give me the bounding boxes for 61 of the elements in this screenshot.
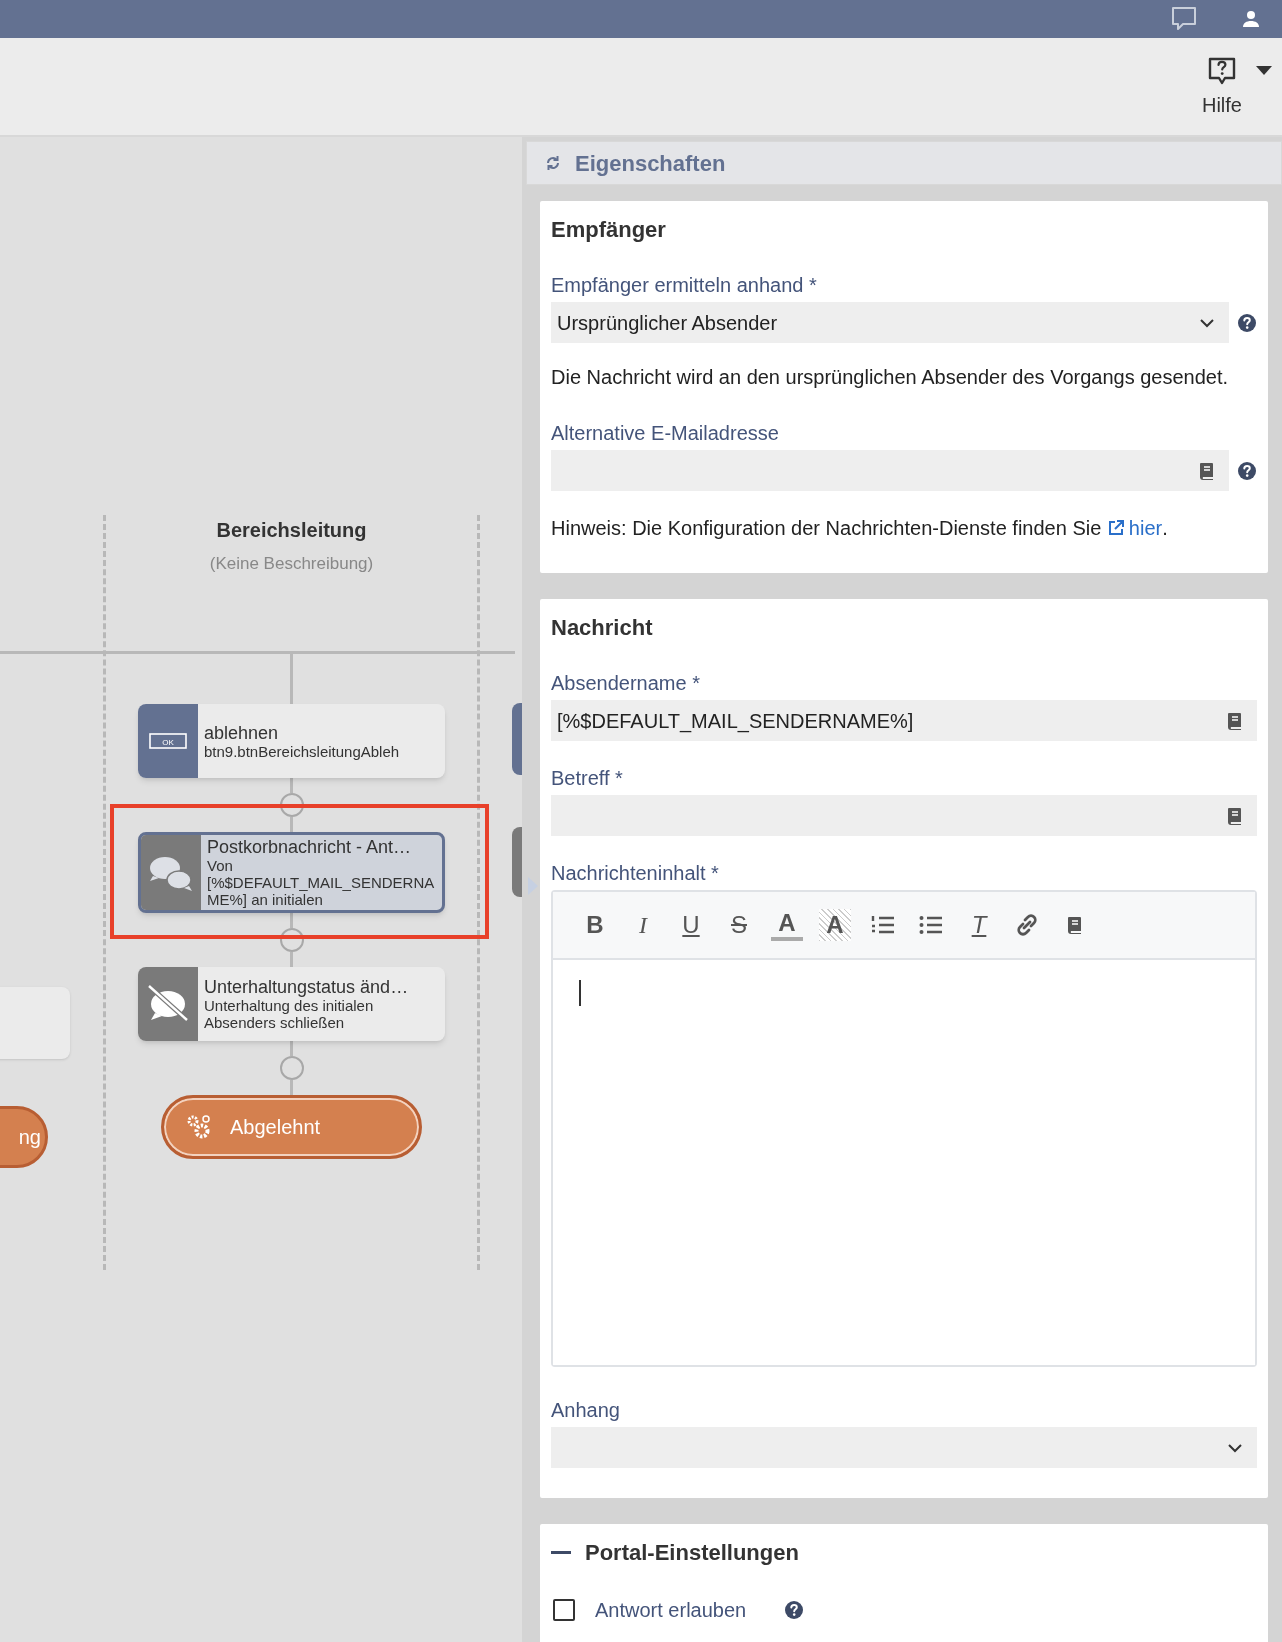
task-node[interactable]: Unterhaltungstatus änd… Unterhaltung des initialen Absenders schließen [138, 967, 445, 1041]
select-field[interactable] [551, 1427, 1257, 1468]
checkbox-label: Antwort erlauben [595, 1598, 747, 1623]
format-button[interactable]: A [771, 909, 803, 941]
section-title: Empfänger [551, 216, 666, 244]
book-icon[interactable] [1199, 460, 1215, 481]
help-icon[interactable] [1237, 312, 1257, 333]
field-label: Betreff * [551, 766, 624, 791]
collapse-icon[interactable] [551, 1550, 571, 1555]
chevron-down-icon[interactable] [1199, 316, 1215, 329]
format-button[interactable]: B [579, 909, 611, 941]
panel-title: Eigenschaften [575, 149, 726, 178]
field-label: Anhang [551, 1398, 621, 1423]
task-title: Postkorbnachricht - Ant… [207, 837, 413, 857]
checkbox[interactable] [553, 1599, 575, 1621]
lane-description: (Keine Beschreibung) [209, 553, 374, 575]
bullet-list-icon [919, 915, 943, 935]
external-link-icon [1106, 519, 1125, 537]
field-label: Nachrichteninhalt * [551, 861, 720, 886]
format-button[interactable]: U [675, 909, 707, 941]
section-title: Portal-Einstellungen [585, 1539, 799, 1567]
task-subtitle: Unterhaltung des initialen Absenders schließen [204, 997, 375, 1031]
field-label: Alternative E-Mailadresse [551, 421, 780, 446]
text-cursor [579, 980, 581, 1006]
help-icon[interactable] [784, 1600, 805, 1620]
hier-link[interactable]: hier [1106, 513, 1163, 543]
refresh-icon[interactable] [545, 154, 561, 172]
field-value: Ursprünglicher Absender [557, 310, 779, 336]
user-icon[interactable] [1242, 10, 1260, 28]
caret-down-icon[interactable] [1256, 66, 1272, 76]
task-title: Unterhaltungstatus änd… [204, 977, 410, 997]
input-field[interactable] [551, 450, 1229, 491]
book-icon[interactable] [1227, 805, 1243, 826]
hint-text: Hinweis: Die Konfiguration der Nachrichten-Dienste finden Sie hier. [551, 513, 1257, 543]
help-icon[interactable] [1237, 460, 1257, 481]
task-subtitle: Von [%$DEFAULT_MAIL_SENDERNAME%] an initialen [207, 857, 436, 908]
chevron-down-icon[interactable] [1227, 1441, 1243, 1454]
field-value: [%$DEFAULT_MAIL_SENDERNAME%] [557, 708, 915, 735]
input-field[interactable]: [%$DEFAULT_MAIL_SENDERNAME%] [551, 700, 1257, 741]
help-bubble-icon [1207, 56, 1237, 86]
description-text: Die Nachricht wird an den ursprünglichen Absender des Vorgangs gesendet. [551, 365, 1230, 390]
link-icon [1015, 913, 1039, 937]
format-button[interactable]: S [723, 909, 755, 941]
book-icon[interactable] [1227, 710, 1243, 731]
task-title: ablehnen [204, 722, 280, 743]
task-node[interactable]: Postkorbnachricht - Ant… Von [%$DEFAULT_MAIL_SENDERNAME%] an initialen [138, 832, 445, 913]
section-title: Nachricht [551, 614, 653, 642]
task-node[interactable]: OK ablehnen btn9.btnBereichsleitungAbleh [138, 704, 445, 778]
format-button[interactable]: I [627, 909, 659, 941]
task-subtitle: btn9.btnBereichsleitungAbleh [204, 742, 401, 760]
field-label: Empfänger ermitteln anhand * [551, 273, 818, 298]
format-button[interactable]: A [819, 909, 851, 941]
input-field[interactable] [551, 795, 1257, 836]
book-icon[interactable] [1067, 915, 1083, 935]
ordered-list-icon [871, 914, 895, 936]
select-field[interactable]: Ursprünglicher Absender [551, 302, 1229, 343]
chat-icon[interactable] [1170, 5, 1198, 33]
lane-title: Bereichsleitung [216, 518, 367, 543]
field-label: Absendername * [551, 671, 701, 696]
format-button[interactable]: T [963, 909, 995, 941]
help-button[interactable]: Hilfe [1202, 56, 1242, 120]
